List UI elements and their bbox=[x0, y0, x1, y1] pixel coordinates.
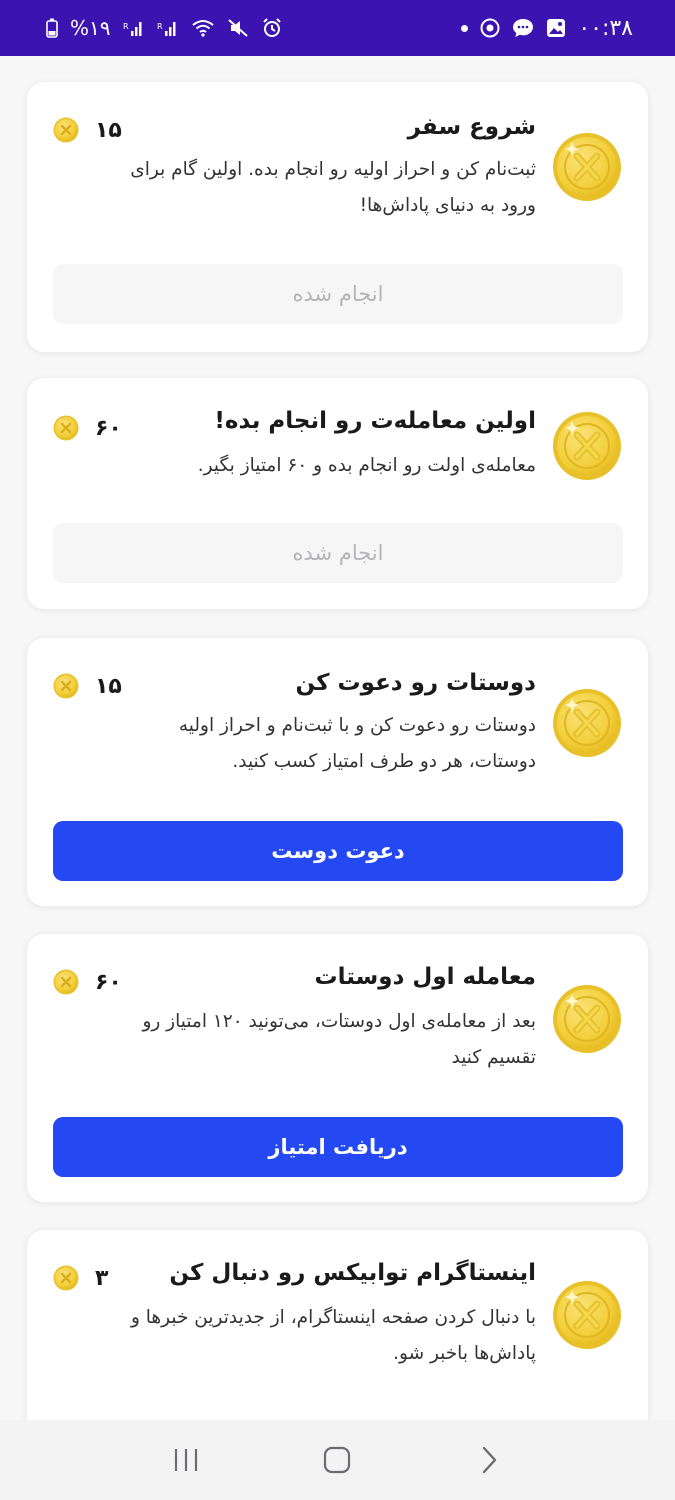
reward-value: ۶۰ bbox=[95, 969, 122, 995]
recents-button[interactable] bbox=[166, 1440, 206, 1480]
status-bar-right: ۰۰:۳۸ bbox=[461, 16, 633, 41]
reward-badge: ۶۰ bbox=[53, 969, 122, 995]
recents-icon bbox=[174, 1449, 197, 1471]
back-icon bbox=[482, 1446, 497, 1474]
clock-time: ۰۰:۳۸ bbox=[578, 15, 633, 41]
coin-icon bbox=[53, 415, 79, 441]
signal-icon: R bbox=[123, 19, 145, 37]
task-description: ثبت‌نام کن و احراز اولیه رو انجام بده. ا… bbox=[130, 159, 536, 216]
reward-badge: ۱۵ bbox=[53, 673, 122, 699]
notification-dot-icon bbox=[461, 24, 469, 32]
coin-icon bbox=[552, 132, 622, 202]
task-title: اینستاگرام توابیکس رو دنبال کن bbox=[169, 1260, 536, 1286]
reward-badge: ۶۰ bbox=[53, 415, 122, 441]
task-done-button: انجام شده bbox=[53, 264, 623, 324]
reward-value: ۱۵ bbox=[95, 673, 122, 699]
task-description: بعد از معامله‌ی اول دوستات، می‌تونید ۱۲۰… bbox=[142, 1011, 536, 1068]
alarm-icon bbox=[261, 17, 283, 39]
back-button[interactable] bbox=[469, 1440, 509, 1480]
status-bar: %۱۹ R R ۰۰:۳۸ bbox=[0, 0, 675, 56]
tasks-list: شروع سفر ثبت‌نام کن و احراز اولیه رو انج… bbox=[0, 56, 675, 1420]
gallery-icon bbox=[546, 18, 566, 38]
task-description: با دنبال کردن صفحه اینستاگرام، از جدیدتر… bbox=[130, 1307, 536, 1364]
reward-badge: ۳ bbox=[53, 1265, 108, 1291]
mute-icon bbox=[227, 18, 249, 38]
coin-icon bbox=[552, 1280, 622, 1350]
task-card: شروع سفر ثبت‌نام کن و احراز اولیه رو انج… bbox=[26, 81, 649, 353]
battery-icon bbox=[46, 18, 58, 38]
home-icon bbox=[324, 1446, 351, 1474]
coin-icon bbox=[53, 969, 79, 995]
task-card: معامله اول دوستات بعد از معامله‌ی اول دو… bbox=[26, 933, 649, 1203]
reward-badge: ۱۵ bbox=[53, 117, 122, 143]
status-bar-left: %۱۹ R R bbox=[46, 16, 283, 40]
task-card: دوستات رو دعوت کن دوستات رو دعوت کن و با… bbox=[26, 637, 649, 907]
chrome-icon bbox=[480, 18, 500, 38]
task-card: اولین معامله‌ت رو انجام بده! معامله‌ی او… bbox=[26, 377, 649, 610]
home-button[interactable] bbox=[317, 1440, 357, 1480]
coin-icon bbox=[53, 117, 79, 143]
wifi-icon bbox=[191, 18, 215, 38]
signal-icon-2: R bbox=[157, 19, 179, 37]
message-icon bbox=[512, 18, 534, 38]
task-title: شروع سفر bbox=[407, 114, 536, 140]
coin-icon bbox=[552, 688, 622, 758]
task-title: معامله اول دوستات bbox=[314, 964, 536, 990]
invite-friend-button[interactable]: دعوت دوست bbox=[53, 821, 623, 881]
claim-points-button[interactable]: دریافت امتیاز bbox=[53, 1117, 623, 1177]
battery-level: %۱۹ bbox=[70, 16, 111, 40]
reward-value: ۳ bbox=[95, 1265, 109, 1291]
coin-icon bbox=[552, 984, 622, 1054]
system-nav-bar bbox=[0, 1420, 675, 1500]
svg-text:R: R bbox=[157, 22, 163, 31]
reward-value: ۶۰ bbox=[95, 415, 122, 441]
task-done-button: انجام شده bbox=[53, 523, 623, 583]
reward-value: ۱۵ bbox=[95, 117, 122, 143]
svg-text:R: R bbox=[123, 22, 129, 31]
coin-icon bbox=[53, 1265, 79, 1291]
task-description: معامله‌ی اولت رو انجام بده و ۶۰ امتیاز ب… bbox=[197, 455, 536, 476]
task-title: اولین معامله‌ت رو انجام بده! bbox=[214, 408, 536, 434]
coin-icon bbox=[552, 411, 622, 481]
task-title: دوستات رو دعوت کن bbox=[295, 670, 536, 696]
task-description: دوستات رو دعوت کن و با ثبت‌نام و احراز ا… bbox=[178, 715, 536, 772]
coin-icon bbox=[53, 673, 79, 699]
task-card: اینستاگرام توابیکس رو دنبال کن با دنبال … bbox=[26, 1229, 649, 1420]
